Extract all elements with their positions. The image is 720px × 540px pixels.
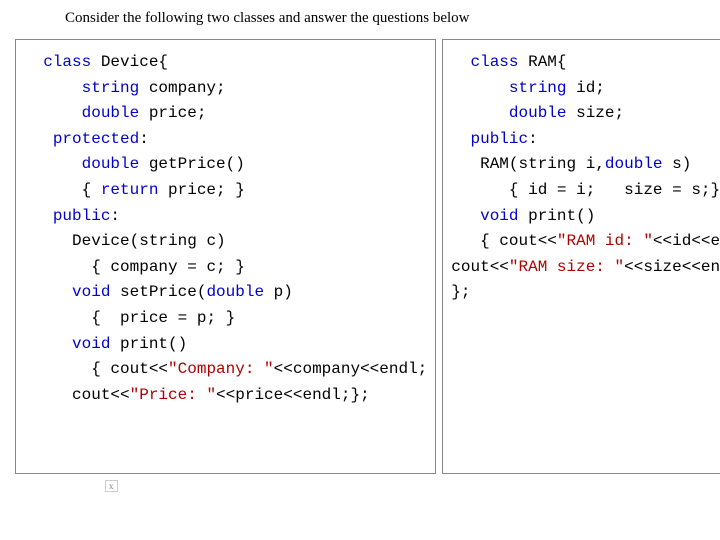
txt: : <box>139 130 149 148</box>
txt: <<company<<endl; <box>274 360 428 378</box>
txt: Device{ <box>91 53 168 71</box>
txt: { <box>82 181 101 199</box>
txt: cout<< <box>72 386 130 404</box>
kw-double: double <box>605 155 663 173</box>
txt: cout<< <box>451 258 509 276</box>
code-columns: class Device{ string company; double pri… <box>15 39 705 474</box>
kw-class: class <box>470 53 518 71</box>
txt: { id = i; size = s;} <box>509 181 720 199</box>
kw-void: void <box>72 335 110 353</box>
kw-class: class <box>43 53 91 71</box>
str-company: "Company: " <box>168 360 274 378</box>
txt: }; <box>451 283 470 301</box>
kw-void: void <box>72 283 110 301</box>
txt: price; } <box>158 181 244 199</box>
txt: size; <box>567 104 625 122</box>
txt: price; <box>139 104 206 122</box>
str-ramsize: "RAM size: " <box>509 258 624 276</box>
txt: RAM{ <box>519 53 567 71</box>
code-ram: class RAM{ string id; double size; publi… <box>451 50 720 306</box>
txt: { price = p; } <box>91 309 235 327</box>
kw-return: return <box>101 181 159 199</box>
txt: print() <box>519 207 596 225</box>
txt: setPrice( <box>110 283 206 301</box>
txt: { cout<< <box>91 360 168 378</box>
txt: <<size<<endl;} <box>624 258 720 276</box>
code-box-ram: class RAM{ string id; double size; publi… <box>442 39 720 474</box>
kw-double: double <box>509 104 567 122</box>
txt: <<id<<endl; <box>653 232 720 250</box>
code-box-device: class Device{ string company; double pri… <box>15 39 436 474</box>
txt: getPrice() <box>139 155 245 173</box>
txt: Device(string c) <box>72 232 226 250</box>
txt: p) <box>264 283 293 301</box>
str-ramid: "RAM id: " <box>557 232 653 250</box>
kw-double: double <box>206 283 264 301</box>
txt: <<price<<endl;}; <box>216 386 370 404</box>
txt: RAM(string i, <box>480 155 605 173</box>
txt: : <box>110 207 120 225</box>
kw-string: string <box>82 79 140 97</box>
code-device: class Device{ string company; double pri… <box>24 50 427 408</box>
kw-public: public <box>470 130 528 148</box>
txt: print() <box>110 335 187 353</box>
str-price: "Price: " <box>130 386 216 404</box>
question-prompt: Consider the following two classes and a… <box>65 10 705 27</box>
txt: { company = c; } <box>91 258 245 276</box>
txt: s) <box>663 155 692 173</box>
txt: { cout<< <box>480 232 557 250</box>
txt: id; <box>567 79 605 97</box>
kw-double: double <box>82 104 140 122</box>
kw-public: public <box>53 207 111 225</box>
kw-void: void <box>480 207 518 225</box>
kw-protected: protected <box>53 130 139 148</box>
footnote-box: x <box>105 480 118 492</box>
txt: : <box>528 130 538 148</box>
kw-string: string <box>509 79 567 97</box>
txt: company; <box>139 79 225 97</box>
kw-double: double <box>82 155 140 173</box>
